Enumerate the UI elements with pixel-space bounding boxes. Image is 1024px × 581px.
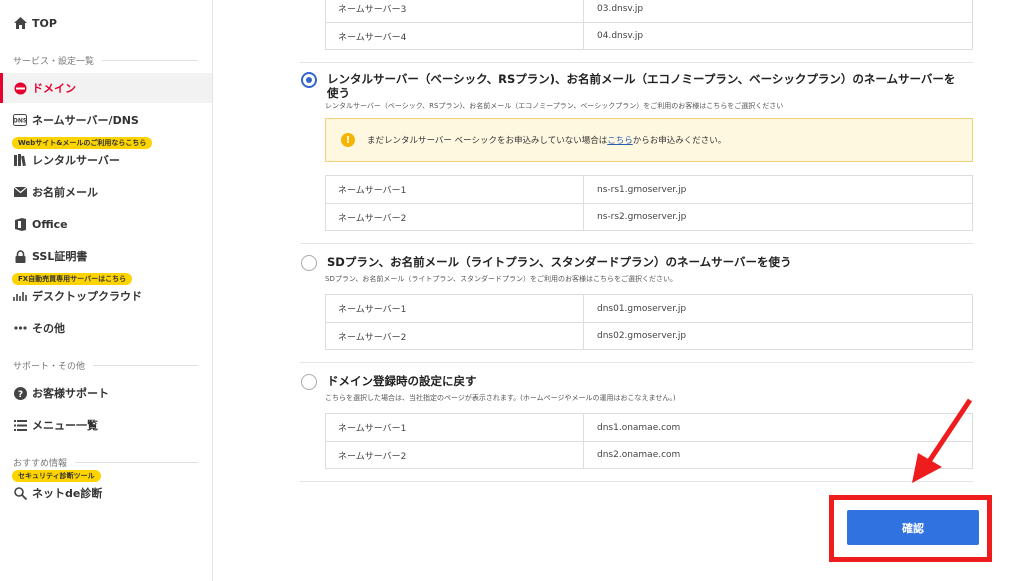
domain-icon <box>13 81 27 95</box>
radio-sd[interactable] <box>301 255 317 271</box>
ns-value: ns-rs1.gmoserver.jp <box>597 184 687 195</box>
svg-text:DNS: DNS <box>13 118 27 125</box>
more-icon <box>13 321 27 335</box>
home-icon <box>13 16 27 30</box>
sidebar-item-domain[interactable]: ドメイン <box>0 73 212 103</box>
nameserver-table-current: ネームサーバー3 03.dnsv.jp ネームサーバー4 04.dnsv.jp <box>325 0 973 50</box>
ns-label: ネームサーバー2 <box>326 442 584 468</box>
sidebar-item-label: レンタルサーバー <box>32 154 120 167</box>
sidebar-item-mail[interactable]: お名前メール <box>0 177 212 207</box>
sidebar-item-nameserver[interactable]: DNS ネームサーバー/DNS <box>0 105 212 135</box>
option-rental-server[interactable]: レンタルサーバー（ベーシック、RSプラン)、お名前メール（エコノミープラン、ベー… <box>301 72 961 100</box>
mail-icon <box>13 185 27 199</box>
nameserver-table-default: ネームサーバー1 dns1.onamae.com ネームサーバー2 dns2.o… <box>325 413 973 469</box>
sidebar-item-desktop[interactable]: デスクトップクラウド <box>0 281 212 311</box>
warning-icon: ! <box>341 133 355 147</box>
sidebar-item-label: メニュー一覧 <box>32 419 98 432</box>
search-icon <box>13 486 27 500</box>
section-header-recommended: おすすめ情報 <box>13 456 198 469</box>
table-row: ネームサーバー4 04.dnsv.jp <box>326 22 972 49</box>
section-header-support: サポート・その他 <box>13 359 198 372</box>
sidebar-item-label: ネットde診断 <box>32 487 103 500</box>
option-title: SDプラン、お名前メール（ライトプラン、スタンダードプラン）のネームサーバーを使… <box>327 255 792 269</box>
table-row: ネームサーバー2 dns02.gmoserver.jp <box>326 322 972 349</box>
sidebar-item-other[interactable]: その他 <box>0 313 212 343</box>
dns-icon: DNS <box>13 113 27 127</box>
table-row: ネームサーバー1 dns01.gmoserver.jp <box>326 295 972 322</box>
option-title: ドメイン登録時の設定に戻す <box>327 374 477 388</box>
sidebar-item-label: お客様サポート <box>32 387 109 400</box>
sidebar-item-label: TOP <box>32 16 57 30</box>
help-icon: ? <box>13 386 27 400</box>
book-icon <box>13 153 27 167</box>
option-description: レンタルサーバー（ベーシック、RSプラン)、お名前メール（エコノミープラン、ベー… <box>325 102 784 110</box>
list-icon <box>13 418 27 432</box>
sidebar-item-label: デスクトップクラウド <box>32 290 142 303</box>
table-row: ネームサーバー2 ns-rs2.gmoserver.jp <box>326 203 972 230</box>
ns-value: ns-rs2.gmoserver.jp <box>597 212 687 222</box>
ns-value: dns02.gmoserver.jp <box>597 331 687 341</box>
sidebar-item-support[interactable]: ? お客様サポート <box>0 378 212 408</box>
annotation-arrow-icon <box>912 398 973 483</box>
table-row: ネームサーバー2 dns2.onamae.com <box>326 441 972 468</box>
warning-notice: ! まだレンタルサーバー ベーシックをお申込みしていない場合は こちら からお申込み… <box>325 118 973 162</box>
divider <box>300 481 973 482</box>
sidebar-item-label: ドメイン <box>32 82 76 95</box>
table-row: ネームサーバー3 03.dnsv.jp <box>326 0 972 22</box>
sidebar-item-label: Office <box>32 217 68 231</box>
ns-label: ネームサーバー1 <box>326 176 584 203</box>
warning-text-after: からお申込みください。 <box>632 136 727 146</box>
option-description: こちらを選択した場合は、当社指定のページが表示されます。(ホームページやメールの… <box>325 394 676 402</box>
divider <box>300 362 973 363</box>
sidebar-item-label: ネームサーバー/DNS <box>32 114 139 127</box>
confirm-button[interactable]: 確認 <box>847 510 979 545</box>
ns-label: ネームサーバー1 <box>326 295 584 322</box>
sidebar-item-menu[interactable]: メニュー一覧 <box>0 410 212 440</box>
office-icon <box>13 217 27 231</box>
option-default[interactable]: ドメイン登録時の設定に戻す <box>301 374 477 390</box>
ns-label: ネームサーバー3 <box>326 0 584 22</box>
lock-icon <box>13 249 27 263</box>
sidebar-item-ssl[interactable]: SSL証明書 <box>0 241 212 271</box>
sidebar-item-office[interactable]: Office <box>0 209 212 239</box>
sidebar-item-label: お名前メール <box>32 186 98 199</box>
ns-value: dns01.gmoserver.jp <box>597 303 687 314</box>
option-title: レンタルサーバー（ベーシック、RSプラン)、お名前メール（エコノミープラン、ベー… <box>327 72 956 100</box>
sidebar-item-label: SSL証明書 <box>32 250 88 263</box>
ns-label: ネームサーバー1 <box>326 414 584 441</box>
divider <box>300 62 973 63</box>
nameserver-table-rental: ネームサーバー1 ns-rs1.gmoserver.jp ネームサーバー2 ns… <box>325 175 973 231</box>
radio-default[interactable] <box>301 374 317 390</box>
option-description: SDプラン、お名前メール（ライトプラン、スタンダードプラン）をご利用のお客様はこ… <box>325 275 677 283</box>
ns-label: ネームサーバー2 <box>326 323 584 349</box>
section-header-services: サービス・設定一覧 <box>13 54 198 67</box>
ns-value: 04.dnsv.jp <box>597 31 644 41</box>
sidebar-item-rental[interactable]: レンタルサーバー <box>0 145 212 175</box>
svg-text:?: ? <box>17 390 22 400</box>
ns-value: dns2.onamae.com <box>597 450 681 460</box>
table-row: ネームサーバー1 ns-rs1.gmoserver.jp <box>326 176 972 203</box>
signup-link[interactable]: こちら <box>607 134 633 146</box>
nameserver-table-sd: ネームサーバー1 dns01.gmoserver.jp ネームサーバー2 dns… <box>325 294 973 350</box>
radio-rental-selected[interactable] <box>301 72 317 88</box>
warning-text: まだレンタルサーバー ベーシックをお申込みしていない場合は <box>367 136 608 146</box>
divider <box>300 243 973 244</box>
ns-value: 03.dnsv.jp <box>597 3 644 14</box>
desktop-cloud-icon <box>13 289 27 303</box>
table-row: ネームサーバー1 dns1.onamae.com <box>326 414 972 441</box>
sidebar-item-top[interactable]: TOP <box>0 8 212 38</box>
sidebar-item-netde[interactable]: ネットde診断 <box>0 478 212 508</box>
ns-label: ネームサーバー4 <box>326 23 584 49</box>
ns-value: dns1.onamae.com <box>597 422 681 433</box>
sidebar-item-label: その他 <box>32 322 65 335</box>
option-sd-plan[interactable]: SDプラン、お名前メール（ライトプラン、スタンダードプラン）のネームサーバーを使… <box>301 255 791 271</box>
ns-label: ネームサーバー2 <box>326 204 584 230</box>
sidebar: TOP サービス・設定一覧 ドメイン DNS ネームサーバー/DNS Webサイ… <box>0 0 213 581</box>
